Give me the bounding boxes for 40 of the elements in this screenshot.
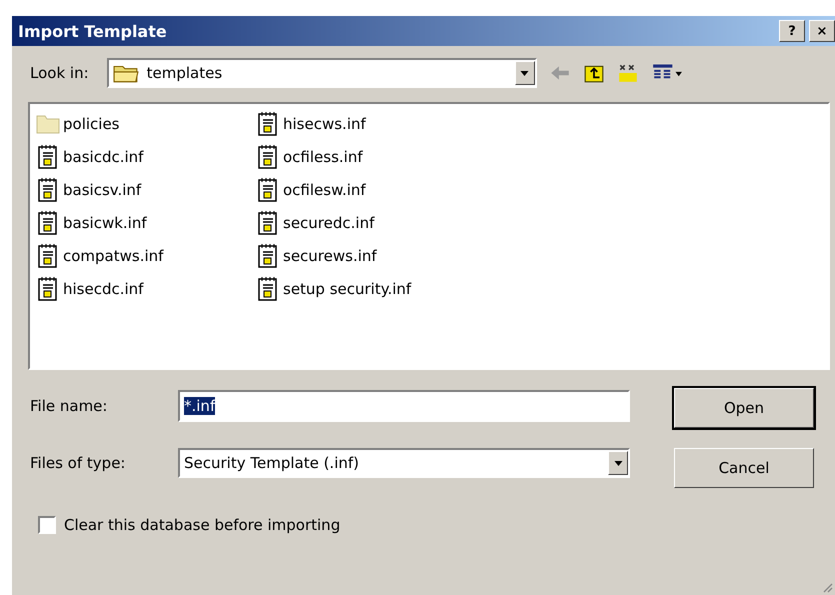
- file-item[interactable]: basicsv.inf: [36, 176, 256, 204]
- file-item[interactable]: securews.inf: [256, 242, 476, 270]
- template-file-icon: [36, 144, 60, 170]
- template-file-icon: [256, 210, 280, 236]
- open-button[interactable]: Open: [674, 388, 814, 428]
- look-in-dropdown[interactable]: templates: [106, 58, 537, 88]
- title-bar-button[interactable]: ?: [779, 20, 805, 42]
- window-title: Import Template: [18, 22, 167, 40]
- file-item[interactable]: basicdc.inf: [36, 143, 256, 171]
- template-file-icon: [256, 276, 280, 302]
- checkbox[interactable]: [38, 516, 56, 534]
- template-file-icon: [256, 144, 280, 170]
- file-name-label: File name:: [30, 397, 108, 415]
- template-file-icon: [36, 210, 60, 236]
- file-type-label: Files of type:: [30, 454, 126, 472]
- file-name-field[interactable]: *.inf: [178, 390, 630, 422]
- look-in-value: templates: [146, 64, 224, 82]
- template-file-icon: [256, 111, 280, 137]
- folder-icon: [112, 63, 139, 83]
- file-item[interactable]: setup security.inf: [256, 275, 476, 303]
- file-item[interactable]: hisecdc.inf: [36, 275, 256, 303]
- folder-item[interactable]: policies: [36, 110, 256, 138]
- resize-grip-icon[interactable]: [821, 581, 833, 593]
- file-type-dropdown[interactable]: Security Template (.inf): [178, 448, 630, 478]
- checkbox-label: Clear this database before importing: [64, 516, 340, 534]
- template-file-icon: [36, 276, 60, 302]
- title-bar-button[interactable]: ×: [809, 20, 835, 42]
- file-item[interactable]: ocfiless.inf: [256, 143, 476, 171]
- template-file-icon: [256, 177, 280, 203]
- template-file-icon: [36, 177, 60, 203]
- cancel-button[interactable]: Cancel: [674, 448, 814, 488]
- file-item[interactable]: compatws.inf: [36, 242, 256, 270]
- file-item[interactable]: hisecws.inf: [256, 110, 476, 138]
- look-in-label: Look in:: [30, 64, 89, 82]
- file-item[interactable]: ocfilesw.inf: [256, 176, 476, 204]
- template-file-icon: [256, 243, 280, 269]
- file-item[interactable]: basicwk.inf: [36, 209, 256, 237]
- file-item[interactable]: securedc.inf: [256, 209, 476, 237]
- template-file-icon: [36, 243, 60, 269]
- new-folder-icon[interactable]: [616, 62, 639, 84]
